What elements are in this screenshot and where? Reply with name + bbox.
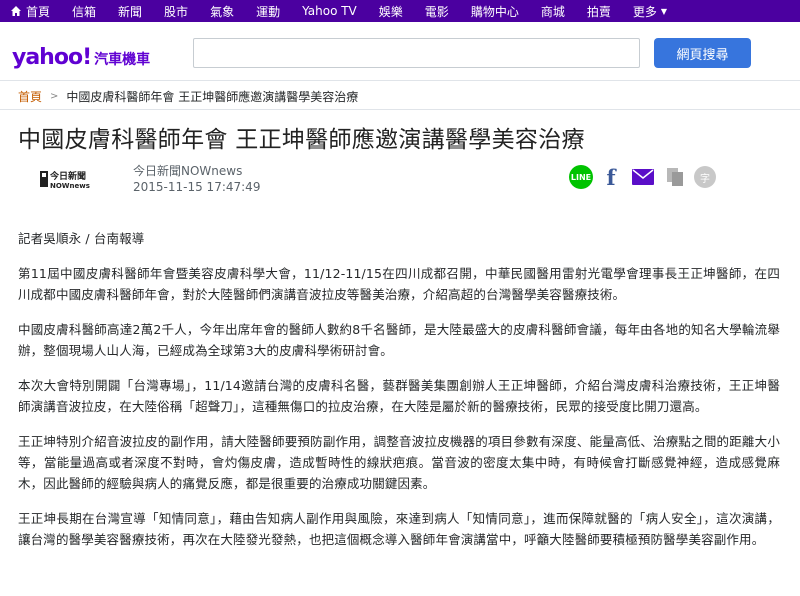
- nav-item-label: 更多: [632, 4, 657, 19]
- font-size-button[interactable]: 字: [694, 166, 716, 188]
- nav-item-movies[interactable]: 電影: [414, 0, 460, 22]
- logo-section: 汽車機車: [94, 52, 151, 68]
- nav-item-label: 電影: [424, 4, 449, 19]
- copy-link-button[interactable]: [663, 165, 687, 189]
- logo-brand: yahoo!: [12, 45, 92, 70]
- web-search-button[interactable]: 網頁搜尋: [654, 38, 751, 68]
- nav-item-label: 娛樂: [378, 4, 403, 19]
- provider-logo-text: 今日新聞: [49, 170, 86, 182]
- provider-logo-sub: NOWnews: [50, 182, 90, 190]
- nav-item-more[interactable]: 更多 ▼: [622, 0, 678, 22]
- nav-item-label: 購物中心: [470, 4, 519, 19]
- nav-item-label: 氣象: [210, 4, 235, 19]
- nav-item-label: Yahoo TV: [302, 4, 357, 18]
- home-icon: [11, 6, 21, 16]
- header-divider: [0, 80, 800, 81]
- provider-name[interactable]: 今日新聞NOWnews: [133, 162, 242, 179]
- article-paragraph: 王正坤長期在台灣宣導「知情同意」，藉由告知病人副作用與風險，來達到病人「知情同意…: [18, 511, 780, 547]
- nownews-logo-icon: 今日新聞 NOWnews: [40, 170, 90, 190]
- nav-item-label: 新聞: [118, 4, 143, 19]
- nav-item-sports[interactable]: 運動: [245, 0, 291, 22]
- nav-item-label: 信箱: [72, 4, 97, 19]
- nav-item-label: 股市: [164, 4, 189, 19]
- nav-item-label: 運動: [256, 4, 281, 19]
- nav-item-auction[interactable]: 拍賣: [576, 0, 622, 22]
- nav-item-mall[interactable]: 商城: [530, 0, 576, 22]
- yahoo-autos-logo[interactable]: yahoo! 汽車機車: [12, 45, 150, 70]
- facebook-icon: f: [606, 164, 616, 190]
- breadcrumb-current: 中國皮膚科醫師年會 王正坤醫師應邀演講醫學美容治療: [66, 90, 359, 104]
- mail-icon: [632, 169, 654, 185]
- search-input[interactable]: [193, 38, 640, 68]
- article-paragraph: 中國皮膚科醫師高達2萬2千人，今年出席年會的醫師人數約8千名醫師，是大陸最盛大的…: [18, 322, 780, 358]
- article-title: 中國皮膚科醫師年會 王正坤醫師應邀演講醫學美容治療: [18, 127, 585, 153]
- chevron-right-icon: >: [50, 91, 59, 102]
- nav-item-entertainment[interactable]: 娛樂: [368, 0, 414, 22]
- article-body: 記者吳順永 / 台南報導 第11屆中國皮膚科醫師年會暨美容皮膚科學大會，11/1…: [18, 228, 780, 564]
- article-paragraph: 第11屆中國皮膚科醫師年會暨美容皮膚科學大會，11/12-11/15在四川成都召…: [18, 266, 780, 302]
- nav-item-shopping[interactable]: 購物中心: [460, 0, 530, 22]
- nav-item-stocks[interactable]: 股市: [153, 0, 199, 22]
- provider-logo[interactable]: 今日新聞 NOWnews: [40, 168, 100, 190]
- nav-item-label: 拍賣: [586, 4, 611, 19]
- copy-icon: [667, 168, 683, 186]
- nav-item-yahoo-tv[interactable]: Yahoo TV: [291, 0, 368, 22]
- publish-time: 2015-11-15 17:47:49: [133, 180, 261, 194]
- chevron-down-icon: ▼: [660, 6, 668, 16]
- line-icon: LINE: [570, 172, 592, 182]
- nav-item-news[interactable]: 新聞: [107, 0, 153, 22]
- font-size-icon: 字: [700, 173, 710, 185]
- breadcrumb-home-link[interactable]: 首頁: [18, 88, 42, 105]
- site-header: yahoo! 汽車機車 網頁搜尋: [0, 22, 800, 80]
- nav-item-home[interactable]: 首頁: [10, 0, 61, 22]
- line-share-button[interactable]: LINE: [569, 165, 593, 189]
- article-byline: 記者吳順永 / 台南報導: [18, 231, 145, 246]
- nav-item-weather[interactable]: 氣象: [199, 0, 245, 22]
- article-paragraph: 本次大會特別開闢「台灣專場」，11/14邀請台灣的皮膚科名醫，藝群醫美集團創辦人…: [18, 378, 780, 414]
- top-nav-bar: 首頁 信箱 新聞 股市 氣象 運動 Yahoo TV 娛樂 電影 購物中心 商城…: [0, 0, 800, 22]
- breadcrumb-divider: [0, 109, 800, 110]
- nav-item-label: 首頁: [26, 4, 51, 19]
- article-paragraph: 王正坤特別介紹音波拉皮的副作用，請大陸醫師要預防副作用，調整音波拉皮機器的項目參…: [18, 434, 780, 491]
- breadcrumb: 首頁 > 中國皮膚科醫師年會 王正坤醫師應邀演講醫學美容治療: [18, 88, 358, 105]
- facebook-share-button[interactable]: f: [604, 164, 618, 190]
- mail-share-button[interactable]: [631, 165, 655, 189]
- nav-item-label: 商城: [540, 4, 565, 19]
- nav-item-mail[interactable]: 信箱: [61, 0, 107, 22]
